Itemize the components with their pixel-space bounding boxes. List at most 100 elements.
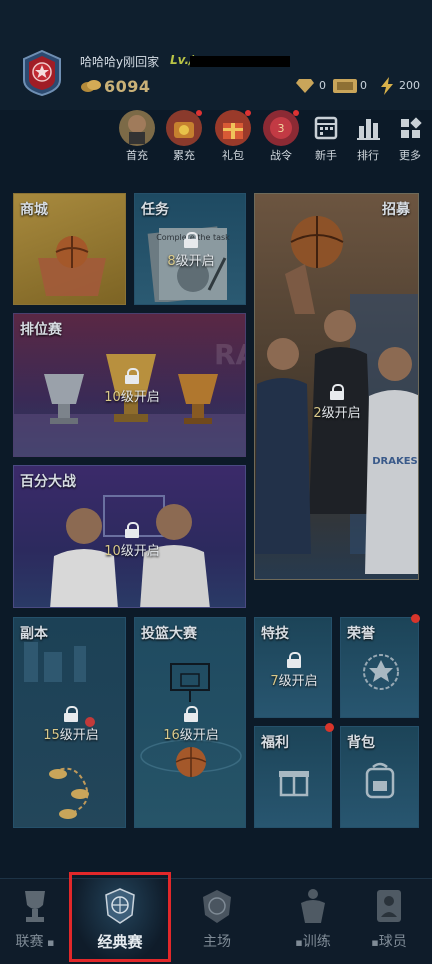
- shop-title: 商城: [20, 202, 48, 218]
- quick-gift-pack[interactable]: 礼包: [210, 110, 256, 162]
- lock-icon: [287, 652, 301, 668]
- avatar[interactable]: [22, 50, 62, 96]
- dungeon-title: 副本: [20, 626, 48, 642]
- notification-dot: [245, 110, 251, 116]
- quick-ranking[interactable]: 排行: [345, 110, 391, 162]
- honor-notification-dot: [411, 614, 420, 623]
- honor-tile[interactable]: 荣誉: [340, 617, 419, 718]
- hundred-battle-lock-text: 级开启: [120, 544, 160, 559]
- lock-icon: ▪: [295, 936, 303, 949]
- coin-amount: 6094: [104, 77, 151, 96]
- gift-icon: [279, 771, 309, 797]
- dungeon-tile[interactable]: 副本 15级开启: [13, 617, 126, 828]
- lock-icon: [184, 232, 198, 248]
- quick-label: 累充: [173, 149, 195, 162]
- diamond-icon: [296, 79, 314, 93]
- svg-text:DRAKES: DRAKES: [372, 456, 418, 467]
- nav-training-label: 训练: [302, 934, 331, 950]
- skill-lock-level: 7: [270, 674, 279, 689]
- dungeon-lock-text: 级开启: [59, 728, 99, 743]
- coin-icon: [81, 80, 101, 92]
- recruit-lock-level: 2: [313, 406, 322, 421]
- shop-tile[interactable]: 商城: [13, 193, 126, 305]
- honor-badge-icon: [363, 654, 399, 690]
- nav-players-label: 球员: [378, 934, 407, 950]
- task-tile[interactable]: 任务 Complete the task 8级开启: [134, 193, 246, 305]
- ranked-lock-text: 级开启: [120, 390, 160, 405]
- nav-main[interactable]: 主场: [184, 879, 250, 964]
- ranking-icon: [350, 110, 386, 146]
- recruit-lock-text: 级开启: [321, 406, 361, 421]
- recruit-tile[interactable]: 招募 DRAKES 2级开启: [254, 193, 419, 580]
- quick-label: 排行: [357, 149, 379, 162]
- ranked-lock-level: 10: [104, 390, 121, 405]
- energy-amount: 200: [399, 79, 420, 92]
- lock-icon: [125, 522, 139, 538]
- skill-lock: 7级开启: [263, 652, 325, 689]
- task-lock-text: 级开启: [175, 254, 215, 269]
- quick-label: 礼包: [222, 149, 244, 162]
- hundred-battle-lock: 10级开启: [100, 522, 164, 559]
- quick-label: 新手: [315, 149, 337, 162]
- quick-newbie[interactable]: 新手: [303, 110, 349, 162]
- dungeon-lock-level: 15: [43, 728, 60, 743]
- bottom-nav: 联赛 ▪ 经典赛 主场 ▪训练 ▪球员: [0, 878, 432, 964]
- home-crest-icon: [199, 887, 235, 925]
- hundred-battle-lock-level: 10: [104, 544, 121, 559]
- player-card-icon: [371, 887, 407, 925]
- quick-first-recharge[interactable]: 首充: [114, 110, 160, 162]
- skill-title: 特技: [261, 626, 289, 642]
- classic-highlight-box: [69, 872, 171, 962]
- dungeon-lock: 15级开启: [36, 706, 106, 743]
- training-body-icon: [295, 887, 331, 925]
- task-lock: 8级开启: [161, 232, 221, 269]
- nav-training[interactable]: ▪训练: [280, 879, 346, 964]
- notification-dot: [196, 110, 202, 116]
- nav-league-label: 联赛: [15, 934, 44, 950]
- ticket-amount: 0: [360, 79, 367, 92]
- welfare-title: 福利: [261, 735, 289, 751]
- quick-label: 战令: [270, 149, 292, 162]
- diamond-amount: 0: [319, 79, 326, 92]
- level-redacted-bar: [190, 56, 290, 67]
- bag-tile[interactable]: 背包: [340, 726, 419, 828]
- cumulative-recharge-icon: [166, 110, 202, 146]
- top-bar: 哈哈哈y刚回家 Lv./ 6094 0 0 200: [0, 0, 432, 110]
- gift-pack-icon: [215, 110, 251, 146]
- battle-pass-icon: 3: [263, 110, 299, 146]
- more-icon: [392, 110, 428, 146]
- first-recharge-icon: [119, 110, 155, 146]
- trophy-icon: [17, 887, 53, 925]
- svg-text:RANK: RANK: [214, 338, 246, 371]
- lock-icon: ▪: [371, 936, 379, 949]
- quick-more[interactable]: 更多: [387, 110, 432, 162]
- shootout-lock-level: 16: [163, 728, 180, 743]
- quick-battle-pass[interactable]: 3 战令: [258, 110, 304, 162]
- newbie-calendar-icon: [308, 110, 344, 146]
- skill-tile[interactable]: 特技 7级开启: [254, 617, 332, 718]
- lock-icon: [64, 706, 78, 722]
- quick-label: 更多: [399, 149, 421, 162]
- basket-icon: [38, 236, 106, 296]
- quick-label: 首充: [126, 149, 148, 162]
- shootout-title: 投篮大赛: [141, 626, 197, 642]
- quick-cumulative-recharge[interactable]: 累充: [161, 110, 207, 162]
- ticket-icon: [333, 79, 357, 93]
- hundred-battle-tile[interactable]: 百分大战 10级开启: [13, 465, 246, 608]
- welfare-tile[interactable]: 福利: [254, 726, 332, 828]
- nav-league[interactable]: 联赛 ▪: [4, 879, 66, 964]
- nav-players[interactable]: ▪球员: [356, 879, 422, 964]
- skill-lock-text: 级开启: [278, 674, 318, 689]
- shootout-lock-text: 级开启: [179, 728, 219, 743]
- welfare-notification-dot: [325, 723, 334, 732]
- energy-icon: [381, 77, 393, 95]
- ranked-tile[interactable]: 排位赛 RANK 10级开启: [13, 313, 246, 457]
- shootout-tile[interactable]: 投篮大赛 16级开启: [134, 617, 246, 828]
- bag-title: 背包: [347, 735, 375, 751]
- ranked-lock: 10级开启: [100, 368, 164, 405]
- notification-dot: [293, 110, 299, 116]
- lock-icon: [330, 384, 344, 400]
- svg-text:3: 3: [278, 122, 285, 135]
- shootout-lock: 16级开启: [155, 706, 227, 743]
- recruit-lock: 2级开启: [307, 384, 367, 421]
